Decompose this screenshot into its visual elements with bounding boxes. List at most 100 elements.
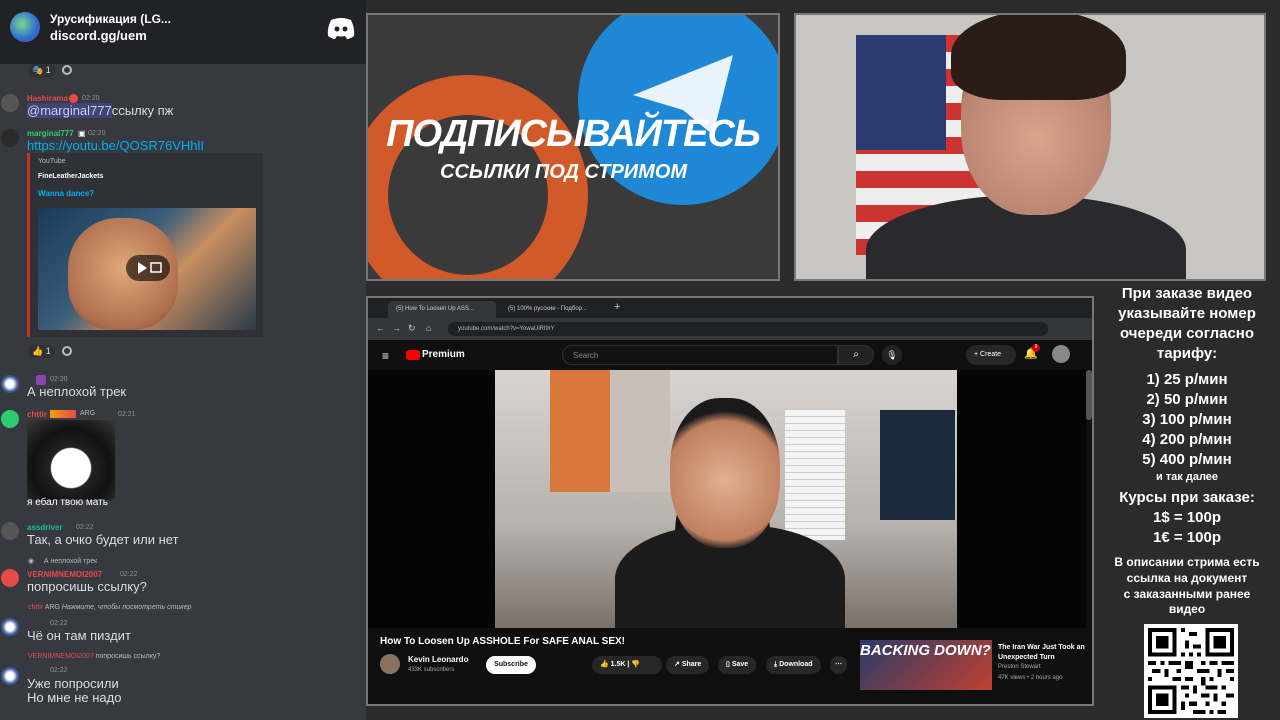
avatar[interactable] xyxy=(1,522,19,540)
role-icon xyxy=(69,94,78,103)
reply-avatar-icon: ◉ xyxy=(28,558,35,565)
subscribe-button[interactable]: Subscribe xyxy=(486,656,536,674)
course-line: 1€ = 100р xyxy=(1153,529,1221,546)
embed-title[interactable]: Wanna dance? xyxy=(38,189,94,198)
server-name: Урусификация (LG... xyxy=(50,12,171,26)
play-icon xyxy=(138,262,162,274)
chat-header: Урусификация (LG... discord.gg/uem xyxy=(0,0,366,64)
reply-text: Нажмите, чтобы посмотреть стикер xyxy=(61,604,192,611)
download-icon: ⤓ xyxy=(774,661,778,668)
recommended-thumbnail[interactable]: BACKING DOWN? xyxy=(860,640,992,690)
reply-author: chttir xyxy=(28,604,44,611)
message-author[interactable]: chttir xyxy=(27,410,47,419)
message-time: 02:22 xyxy=(120,571,138,578)
server-invite-link[interactable]: discord.gg/uem xyxy=(50,28,147,43)
youtube-masthead: ≡ Premium Search ⌕ 🎙 + Create 🔔 9 xyxy=(368,340,1092,370)
reload-icon[interactable]: ↻ xyxy=(408,323,416,334)
server-icon[interactable] xyxy=(10,12,40,42)
flag-canton xyxy=(856,35,946,150)
avatar[interactable] xyxy=(1,569,19,587)
reply-preview[interactable]: chttir ARG Нажмите, чтобы посмотреть сти… xyxy=(28,604,191,611)
home-icon[interactable]: ⌂ xyxy=(426,323,431,333)
tariff-line: 1) 25 р/мин xyxy=(1146,371,1228,388)
tab-inactive[interactable]: (5) 100% русские - Подбор... xyxy=(500,301,606,318)
recommended-channel[interactable]: Preston Stewart xyxy=(998,664,1041,670)
cat-sticker-image[interactable] xyxy=(27,420,115,500)
info-line: указывайте номер xyxy=(1118,305,1256,322)
embed-author[interactable]: FineLeatherJackets xyxy=(38,173,103,180)
info-etc: и так далее xyxy=(1155,471,1219,483)
avatar[interactable] xyxy=(1,410,19,428)
account-avatar[interactable] xyxy=(1052,345,1070,363)
info-line: очереди согласно xyxy=(1119,325,1255,342)
message-author[interactable]: VERNIMNEMOI2007 xyxy=(27,570,102,579)
embed-thumbnail[interactable] xyxy=(38,208,256,330)
scrollbar[interactable] xyxy=(1086,370,1092,420)
thumbs-down-icon: 👎 xyxy=(631,661,641,668)
mic-icon[interactable]: 🎙 xyxy=(882,345,902,365)
qr-code[interactable] xyxy=(1144,624,1238,718)
forward-icon[interactable]: → xyxy=(392,323,401,333)
search-input[interactable]: Search xyxy=(562,345,838,365)
nameplate-icon xyxy=(50,410,76,418)
recommended-meta: 47K views • 2 hours ago xyxy=(998,675,1063,681)
like-button[interactable]: 👍 1.5K | 👎 xyxy=(592,656,662,674)
share-button[interactable]: ↗ Share xyxy=(666,656,710,674)
avatar[interactable] xyxy=(1,618,19,636)
recommended-title[interactable]: The Iran War Just Took an Unexpected Tur… xyxy=(998,643,1092,663)
reply-preview[interactable]: VERNIMNEMOI2007 попросишь ссылку? xyxy=(28,653,160,660)
youtube-logo-icon[interactable] xyxy=(406,350,420,360)
server-tag[interactable]: ARG xyxy=(80,410,95,417)
download-button[interactable]: ⤓ Download xyxy=(766,656,821,674)
video-player[interactable] xyxy=(368,370,1086,628)
emoji-icon: 🎭 xyxy=(32,65,44,75)
promo-subtitle: ССЫЛКИ ПОД СТРИМОМ xyxy=(440,161,688,183)
notification-badge: 9 xyxy=(1032,344,1040,352)
subscriber-count: 433K subscribers xyxy=(408,667,455,673)
mention[interactable]: @marginal777 xyxy=(27,103,112,118)
reaction-emoji[interactable]: 🎭 1 xyxy=(28,64,55,77)
message-author[interactable]: marginal777 xyxy=(27,129,74,138)
play-button[interactable] xyxy=(126,255,170,281)
message-text: попросишь ссылку? xyxy=(27,579,147,594)
avatar[interactable] xyxy=(1,375,19,393)
message-link[interactable]: https://youtu.be/QOSR76VHhlI xyxy=(27,138,204,153)
message-time: 02:22 xyxy=(50,667,68,674)
course-line: 1$ = 100р xyxy=(1153,509,1221,526)
back-icon[interactable]: ← xyxy=(376,323,385,333)
promo-banner: ПОДПИСЫВАЙТЕСЬ ССЫЛКИ ПОД СТРИМОМ xyxy=(366,13,780,281)
video-frame xyxy=(495,370,957,628)
tab-active[interactable]: (5) How To Loosen Up ASS... xyxy=(388,301,496,318)
desc-line: ссылка на документ xyxy=(1126,571,1248,585)
add-reaction-icon[interactable] xyxy=(62,65,72,75)
discord-chat-panel: Урусификация (LG... discord.gg/uem 🎭 1 H… xyxy=(0,0,366,720)
channel-avatar[interactable] xyxy=(380,654,400,674)
save-button[interactable]: ▯ Save xyxy=(718,656,757,674)
message-time: 02:20 xyxy=(82,95,100,102)
search-icon[interactable]: ⌕ xyxy=(838,345,874,365)
host-face xyxy=(670,398,780,548)
promo-title: ПОДПИСЫВАЙТЕСЬ xyxy=(386,113,761,155)
message-author[interactable]: Hashirama xyxy=(27,94,68,103)
channel-name[interactable]: Kevin Leonardo xyxy=(408,655,468,664)
reply-preview[interactable]: ◉ А неплохой трек xyxy=(28,557,97,565)
video-title: How To Loosen Up ASSHOLE For SAFE ANAL S… xyxy=(380,636,626,647)
url-input[interactable]: youtube.com/watch?v=YowaUiRl9rY xyxy=(448,322,1048,336)
avatar[interactable] xyxy=(1,94,19,112)
add-reaction-icon[interactable] xyxy=(62,346,72,356)
address-bar: ← → ↻ ⌂ youtube.com/watch?v=YowaUiRl9rY xyxy=(368,318,1092,340)
message-author[interactable]: assdriver xyxy=(27,523,63,532)
message-time: 02:20 xyxy=(50,376,68,383)
youtube-brand[interactable]: Premium xyxy=(422,349,465,360)
reaction-emoji[interactable]: 👍 1 xyxy=(28,345,55,358)
reply-author: VERNIMNEMOI2007 xyxy=(28,653,94,660)
wall-poster xyxy=(550,370,670,492)
menu-icon[interactable]: ≡ xyxy=(382,349,389,363)
more-icon[interactable]: ⋯ xyxy=(830,656,847,674)
new-tab-icon[interactable]: + xyxy=(614,301,620,313)
create-button[interactable]: + Create xyxy=(966,345,1016,365)
desc-line: В описании стрима есть xyxy=(1114,555,1260,569)
tariff-line: 2) 50 р/мин xyxy=(1146,391,1228,408)
avatar[interactable] xyxy=(1,667,19,685)
avatar[interactable] xyxy=(1,129,19,147)
